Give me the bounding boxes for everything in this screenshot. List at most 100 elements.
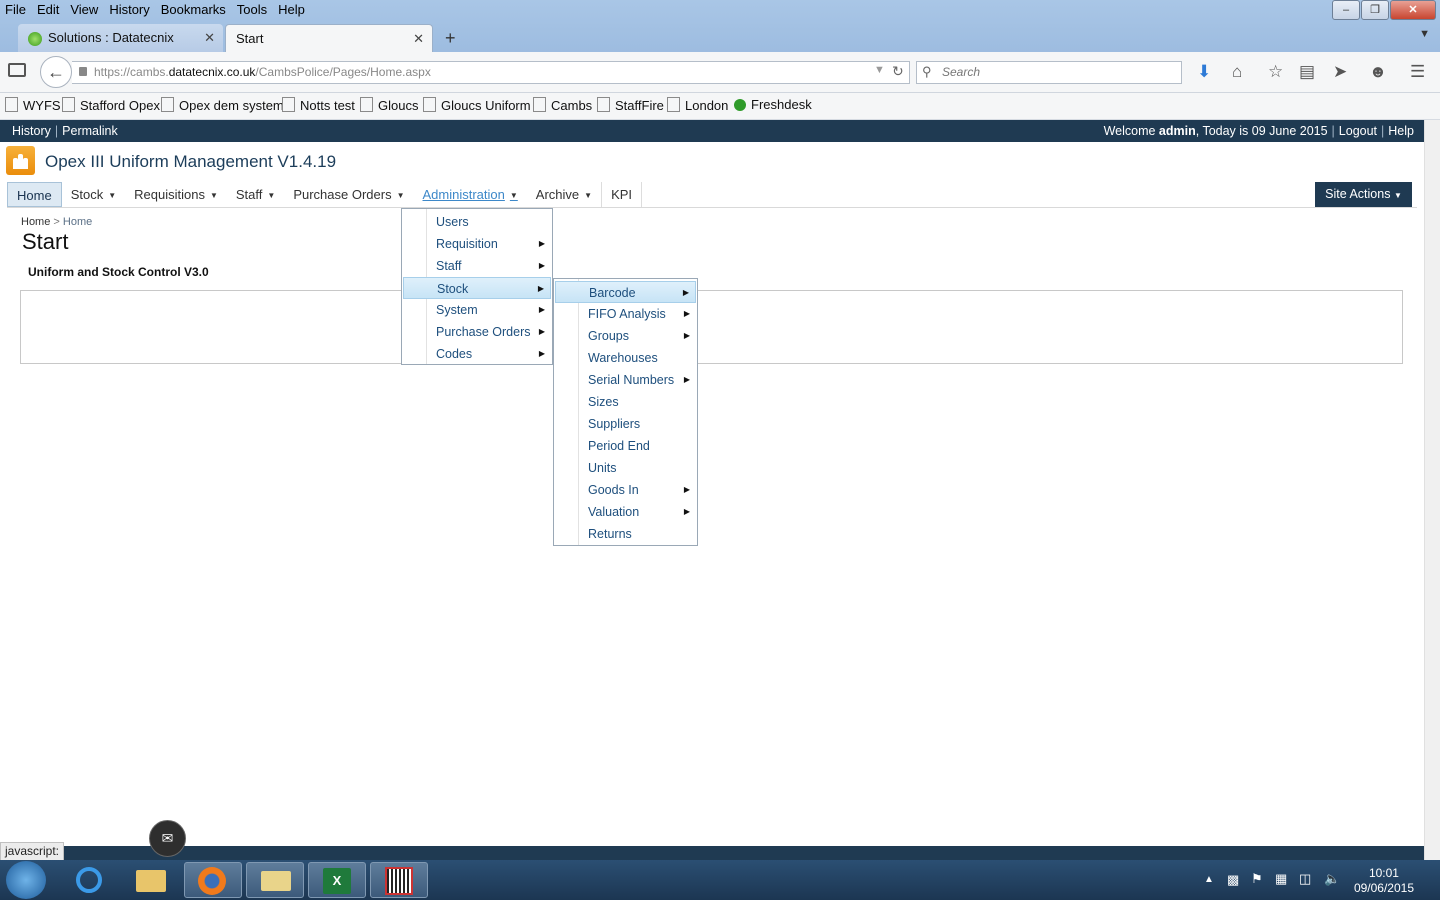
bookmark-london[interactable]: London — [667, 97, 728, 113]
url-history-dropdown-icon[interactable]: ▼ — [874, 64, 885, 76]
new-tab-icon[interactable]: + — [445, 24, 456, 52]
stock-menu-goods-in[interactable]: Goods In ▶ — [555, 479, 696, 501]
nav-stock[interactable]: Stock ▼ — [62, 182, 125, 207]
print-icon[interactable] — [8, 63, 26, 77]
stock-menu-valuation[interactable]: Valuation ▶ — [555, 501, 696, 523]
admin-menu-staff[interactable]: Staff ▶ — [403, 255, 551, 277]
submenu-arrow-icon: ▶ — [537, 284, 544, 293]
folder-window-icon[interactable] — [246, 862, 304, 898]
bookmark-stafffire[interactable]: StaffFire — [597, 97, 664, 113]
menu-view[interactable]: View — [65, 0, 104, 20]
caret-down-icon: ▼ — [584, 191, 593, 200]
caret-down-icon: ▼ — [209, 191, 218, 200]
close-tab-icon[interactable]: ✕ — [204, 24, 215, 52]
admin-menu-system[interactable]: System ▶ — [403, 299, 551, 321]
nav-purchase-orders[interactable]: Purchase Orders ▼ — [284, 182, 413, 207]
show-hidden-icons-icon[interactable]: ▲ — [1204, 874, 1214, 885]
file-explorer-icon[interactable] — [122, 862, 180, 898]
admin-menu-purchase-orders[interactable]: Purchase Orders ▶ — [403, 321, 551, 343]
menu-history[interactable]: History — [104, 0, 155, 20]
page-icon — [423, 97, 436, 112]
datatecnix-favicon-icon — [28, 31, 42, 46]
stock-menu-warehouses[interactable]: Warehouses — [555, 347, 696, 369]
permalink-link[interactable]: Permalink — [62, 124, 118, 138]
internet-explorer-icon[interactable] — [60, 862, 118, 898]
bookmark-cambs[interactable]: Cambs — [533, 97, 592, 113]
top-navigation: Home Stock ▼ Requisitions ▼ Staff ▼ Purchas… — [7, 182, 643, 207]
send-icon[interactable]: ➤ — [1333, 62, 1347, 82]
stock-menu-sizes[interactable]: Sizes — [555, 391, 696, 413]
minimize-button[interactable]: – — [1332, 0, 1360, 20]
back-button[interactable]: ← — [40, 56, 72, 88]
nav-kpi[interactable]: KPI — [601, 182, 643, 207]
hamburger-menu-icon[interactable]: ☰ — [1410, 62, 1425, 82]
stock-menu-fifo-analysis[interactable]: FIFO Analysis ▶ — [555, 303, 696, 325]
windows-update-icon[interactable]: ▦ — [1275, 871, 1287, 887]
help-link[interactable]: Help — [1388, 124, 1414, 138]
bookmark-freshdesk[interactable]: Freshdesk — [734, 97, 812, 112]
search-input[interactable]: Search — [916, 61, 1182, 84]
tray-app-icon[interactable]: ▩ — [1227, 872, 1239, 888]
nav-requisitions[interactable]: Requisitions ▼ — [125, 182, 227, 207]
bookmark-notts-test[interactable]: Notts test — [282, 97, 355, 113]
bookmark-opex-dem-system[interactable]: Opex dem system — [161, 97, 284, 113]
reading-list-icon[interactable]: ▤ — [1299, 62, 1315, 82]
menu-help[interactable]: Help — [273, 0, 311, 20]
history-link[interactable]: History — [12, 124, 51, 138]
home-icon[interactable]: ⌂ — [1232, 62, 1242, 82]
tab-start[interactable]: Start ✕ — [225, 24, 433, 52]
nav-archive[interactable]: Archive ▼ — [527, 182, 601, 207]
bookmark-stafford-opex[interactable]: Stafford Opex — [62, 97, 160, 113]
tab-strip: Solutions : Datatecnix ✕ Start ✕ — [0, 24, 1440, 52]
menu-tools[interactable]: Tools — [232, 0, 273, 20]
network-icon[interactable]: ◫ — [1299, 871, 1311, 887]
stock-menu-period-end[interactable]: Period End — [555, 435, 696, 457]
nav-administration[interactable]: Administration ▼ — [414, 182, 527, 207]
breadcrumb-current: Home — [62, 216, 93, 228]
menu-file[interactable]: File — [0, 0, 32, 20]
bookmark-gloucs-uniform[interactable]: Gloucs Uniform — [423, 97, 531, 113]
logout-link[interactable]: Logout — [1339, 124, 1377, 138]
mail-icon[interactable]: ✉ — [149, 820, 186, 857]
tab-solutions[interactable]: Solutions : Datatecnix ✕ — [18, 24, 223, 52]
nav-staff[interactable]: Staff ▼ — [227, 182, 284, 207]
submenu-arrow-icon: ▶ — [683, 331, 690, 340]
action-center-flag-icon[interactable]: ⚑ — [1251, 871, 1263, 887]
stock-menu-serial-numbers[interactable]: Serial Numbers ▶ — [555, 369, 696, 391]
bookmark-wyfs[interactable]: WYFS — [5, 97, 61, 113]
barcode-design-icon[interactable] — [370, 862, 428, 898]
stock-menu-returns[interactable]: Returns — [555, 523, 696, 545]
stock-menu-units[interactable]: Units — [555, 457, 696, 479]
excel-icon[interactable]: X — [308, 862, 366, 898]
chat-icon[interactable]: ☻ — [1369, 62, 1387, 82]
url-bar[interactable]: https://cambs.datatecnix.co.uk/CambsPoli… — [72, 61, 910, 84]
admin-menu-stock[interactable]: Stock ▶ — [403, 277, 551, 299]
stock-menu-suppliers[interactable]: Suppliers — [555, 413, 696, 435]
close-tab-icon[interactable]: ✕ — [413, 25, 424, 53]
download-icon[interactable]: ⬇ — [1197, 62, 1211, 82]
firefox-icon[interactable] — [184, 862, 242, 898]
reload-icon[interactable]: ↻ — [892, 63, 904, 80]
page-scrollbar[interactable] — [1424, 120, 1440, 860]
breadcrumb-home-link[interactable]: Home — [21, 216, 50, 228]
menu-edit[interactable]: Edit — [32, 0, 65, 20]
maximize-button[interactable]: ❐ — [1361, 0, 1389, 20]
nav-home[interactable]: Home — [7, 182, 62, 207]
start-button-icon[interactable] — [6, 861, 46, 899]
site-actions-button[interactable]: Site Actions ▼ — [1315, 182, 1412, 207]
page-footer-bar — [0, 846, 1424, 860]
system-clock[interactable]: 10:01 09/06/2015 — [1354, 866, 1414, 896]
bookmark-gloucs[interactable]: Gloucs — [360, 97, 418, 113]
stock-menu-groups[interactable]: Groups ▶ — [555, 325, 696, 347]
admin-menu-codes[interactable]: Codes ▶ — [403, 343, 551, 365]
lock-icon[interactable] — [79, 67, 87, 76]
list-all-tabs-icon[interactable]: ▼ — [1419, 28, 1430, 40]
admin-menu-requisition[interactable]: Requisition ▶ — [403, 233, 551, 255]
bookmark-star-icon[interactable]: ☆ — [1268, 62, 1283, 82]
menu-bookmarks[interactable]: Bookmarks — [156, 0, 232, 20]
submenu-arrow-icon: ▶ — [538, 349, 545, 358]
stock-menu-barcode[interactable]: Barcode ▶ — [555, 281, 696, 303]
volume-icon[interactable]: 🔈 — [1324, 871, 1340, 887]
admin-menu-users[interactable]: Users — [403, 211, 551, 233]
close-window-button[interactable]: ✕ — [1390, 0, 1436, 20]
